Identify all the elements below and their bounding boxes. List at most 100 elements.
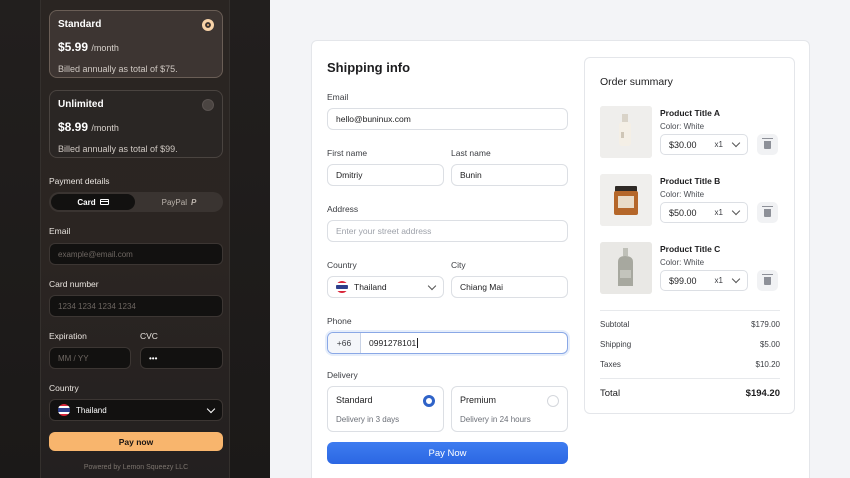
country-label: Country (327, 260, 357, 270)
paypal-icon: P (191, 197, 197, 207)
product-price-select[interactable]: $99.00 x1 (660, 270, 748, 291)
shipping-value: $5.00 (759, 340, 780, 349)
delivery-option-standard[interactable]: Standard Delivery in 3 days (327, 386, 444, 432)
product-price-select[interactable]: $50.00 x1 (660, 202, 748, 223)
taxes-row: Taxes $10.20 (600, 360, 780, 369)
subtotal-label: Subtotal (600, 320, 630, 329)
product-item: Product Title C Color: White $99.00 x1 (600, 242, 785, 294)
chevron-down-icon (206, 404, 216, 413)
country-label: Country (49, 383, 79, 393)
remove-product-button[interactable] (757, 134, 778, 155)
phone-field[interactable]: +66 0991278101 (327, 332, 568, 354)
delivery-name: Standard (336, 395, 373, 405)
email-label: Email (49, 226, 71, 236)
pay-now-button[interactable]: Pay now (49, 432, 223, 451)
divider (600, 378, 780, 379)
chevron-down-icon (731, 206, 741, 216)
product-color: Color: White (660, 190, 705, 199)
tab-card-label: Card (77, 197, 96, 207)
order-summary: Order summary Product Title A Color: Whi… (584, 57, 795, 414)
phone-value: 0991278101 (369, 338, 417, 348)
subtotal-row: Subtotal $179.00 (600, 320, 780, 329)
pay-now-button[interactable]: Pay Now (327, 442, 568, 464)
credit-card-icon (99, 199, 109, 205)
shipping-row: Shipping $5.00 (600, 340, 780, 349)
product-price: $30.00 (669, 139, 697, 150)
subtotal-value: $179.00 (751, 320, 780, 329)
payment-method-toggle: Card PayPal P (49, 192, 223, 212)
remove-product-button[interactable] (757, 270, 778, 291)
email-field[interactable]: hello@buninux.com (327, 108, 568, 130)
cvc-label: CVC (140, 331, 158, 341)
product-item: Product Title A Color: White $30.00 x1 (600, 106, 785, 158)
country-code[interactable]: +66 (328, 333, 361, 353)
product-color: Color: White (660, 122, 705, 131)
plan-price: $5.99 /month (58, 40, 214, 54)
product-image (600, 242, 652, 294)
product-color: Color: White (660, 258, 705, 267)
plan-note: Billed annually as total of $75. (58, 64, 178, 74)
text-caret (417, 338, 419, 348)
product-image (600, 106, 652, 158)
remove-product-button[interactable] (757, 202, 778, 223)
expiration-input[interactable]: MM / YY (49, 347, 131, 369)
plan-name: Unlimited (58, 99, 104, 110)
country-value: Thailand (76, 405, 107, 415)
payment-details-label: Payment details (49, 176, 110, 186)
thailand-flag-icon (58, 404, 70, 416)
shipping-title: Shipping info (327, 60, 411, 75)
order-summary-title: Order summary (600, 76, 673, 88)
price-value: $8.99 (58, 120, 89, 134)
price-period: /month (91, 123, 119, 133)
left-panel: Standard $5.99 /month Billed annually as… (0, 0, 270, 478)
delivery-option-premium[interactable]: Premium Delivery in 24 hours (451, 386, 568, 432)
chevron-down-icon (427, 281, 437, 290)
powered-by: Powered by Lemon Squeezy LLC (83, 464, 189, 471)
product-qty: x1 (714, 208, 723, 217)
chevron-down-icon (731, 274, 741, 284)
address-label: Address (327, 204, 359, 214)
city-label: City (451, 260, 466, 270)
delivery-time: Delivery in 24 hours (460, 415, 531, 424)
plan-price: $8.99 /month (58, 120, 214, 134)
city-field[interactable]: Chiang Mai (451, 276, 568, 298)
shipping-label: Shipping (600, 340, 632, 349)
first-name-label: First name (327, 148, 368, 158)
total-label: Total (600, 388, 621, 399)
product-title: Product Title C (660, 244, 721, 254)
plan-unlimited[interactable]: Unlimited $8.99 /month Billed annually a… (49, 90, 223, 158)
first-name-field[interactable]: Dmitriy (327, 164, 444, 186)
email-label: Email (327, 92, 349, 102)
divider (600, 310, 780, 311)
card-number-label: Card number (49, 279, 99, 289)
price-value: $5.99 (58, 40, 89, 54)
delivery-radio[interactable] (547, 395, 559, 407)
product-title: Product Title B (660, 176, 721, 186)
delivery-radio[interactable] (423, 395, 435, 407)
plan-radio[interactable] (202, 19, 214, 31)
total-row: Total $194.20 (600, 388, 780, 399)
plan-name: Standard (58, 19, 102, 30)
tab-paypal[interactable]: PayPal P (137, 194, 221, 210)
cvc-input[interactable]: ••• (140, 347, 223, 369)
plan-radio[interactable] (202, 99, 214, 111)
total-value: $194.20 (745, 388, 780, 399)
email-input[interactable]: example@email.com (49, 243, 223, 265)
tab-card[interactable]: Card (51, 194, 135, 210)
address-field[interactable]: Enter your street address (327, 220, 568, 242)
last-name-field[interactable]: Bunin (451, 164, 568, 186)
card-number-input[interactable]: 1234 1234 1234 1234 (49, 295, 223, 317)
plan-standard[interactable]: Standard $5.99 /month Billed annually as… (49, 10, 223, 78)
country-select[interactable]: Thailand (327, 276, 444, 298)
taxes-value: $10.20 (755, 360, 780, 369)
country-select[interactable]: Thailand (49, 399, 223, 421)
payment-panel: Standard $5.99 /month Billed annually as… (40, 0, 230, 478)
product-price: $99.00 (669, 275, 697, 286)
country-value: Thailand (354, 282, 387, 292)
product-item: Product Title B Color: White $50.00 x1 (600, 174, 785, 226)
expiration-label: Expiration (49, 331, 87, 341)
delivery-label: Delivery (327, 370, 358, 380)
tab-paypal-label: PayPal (161, 197, 187, 207)
checkout-card: Shipping info Email hello@buninux.com Fi… (311, 40, 810, 478)
product-price-select[interactable]: $30.00 x1 (660, 134, 748, 155)
